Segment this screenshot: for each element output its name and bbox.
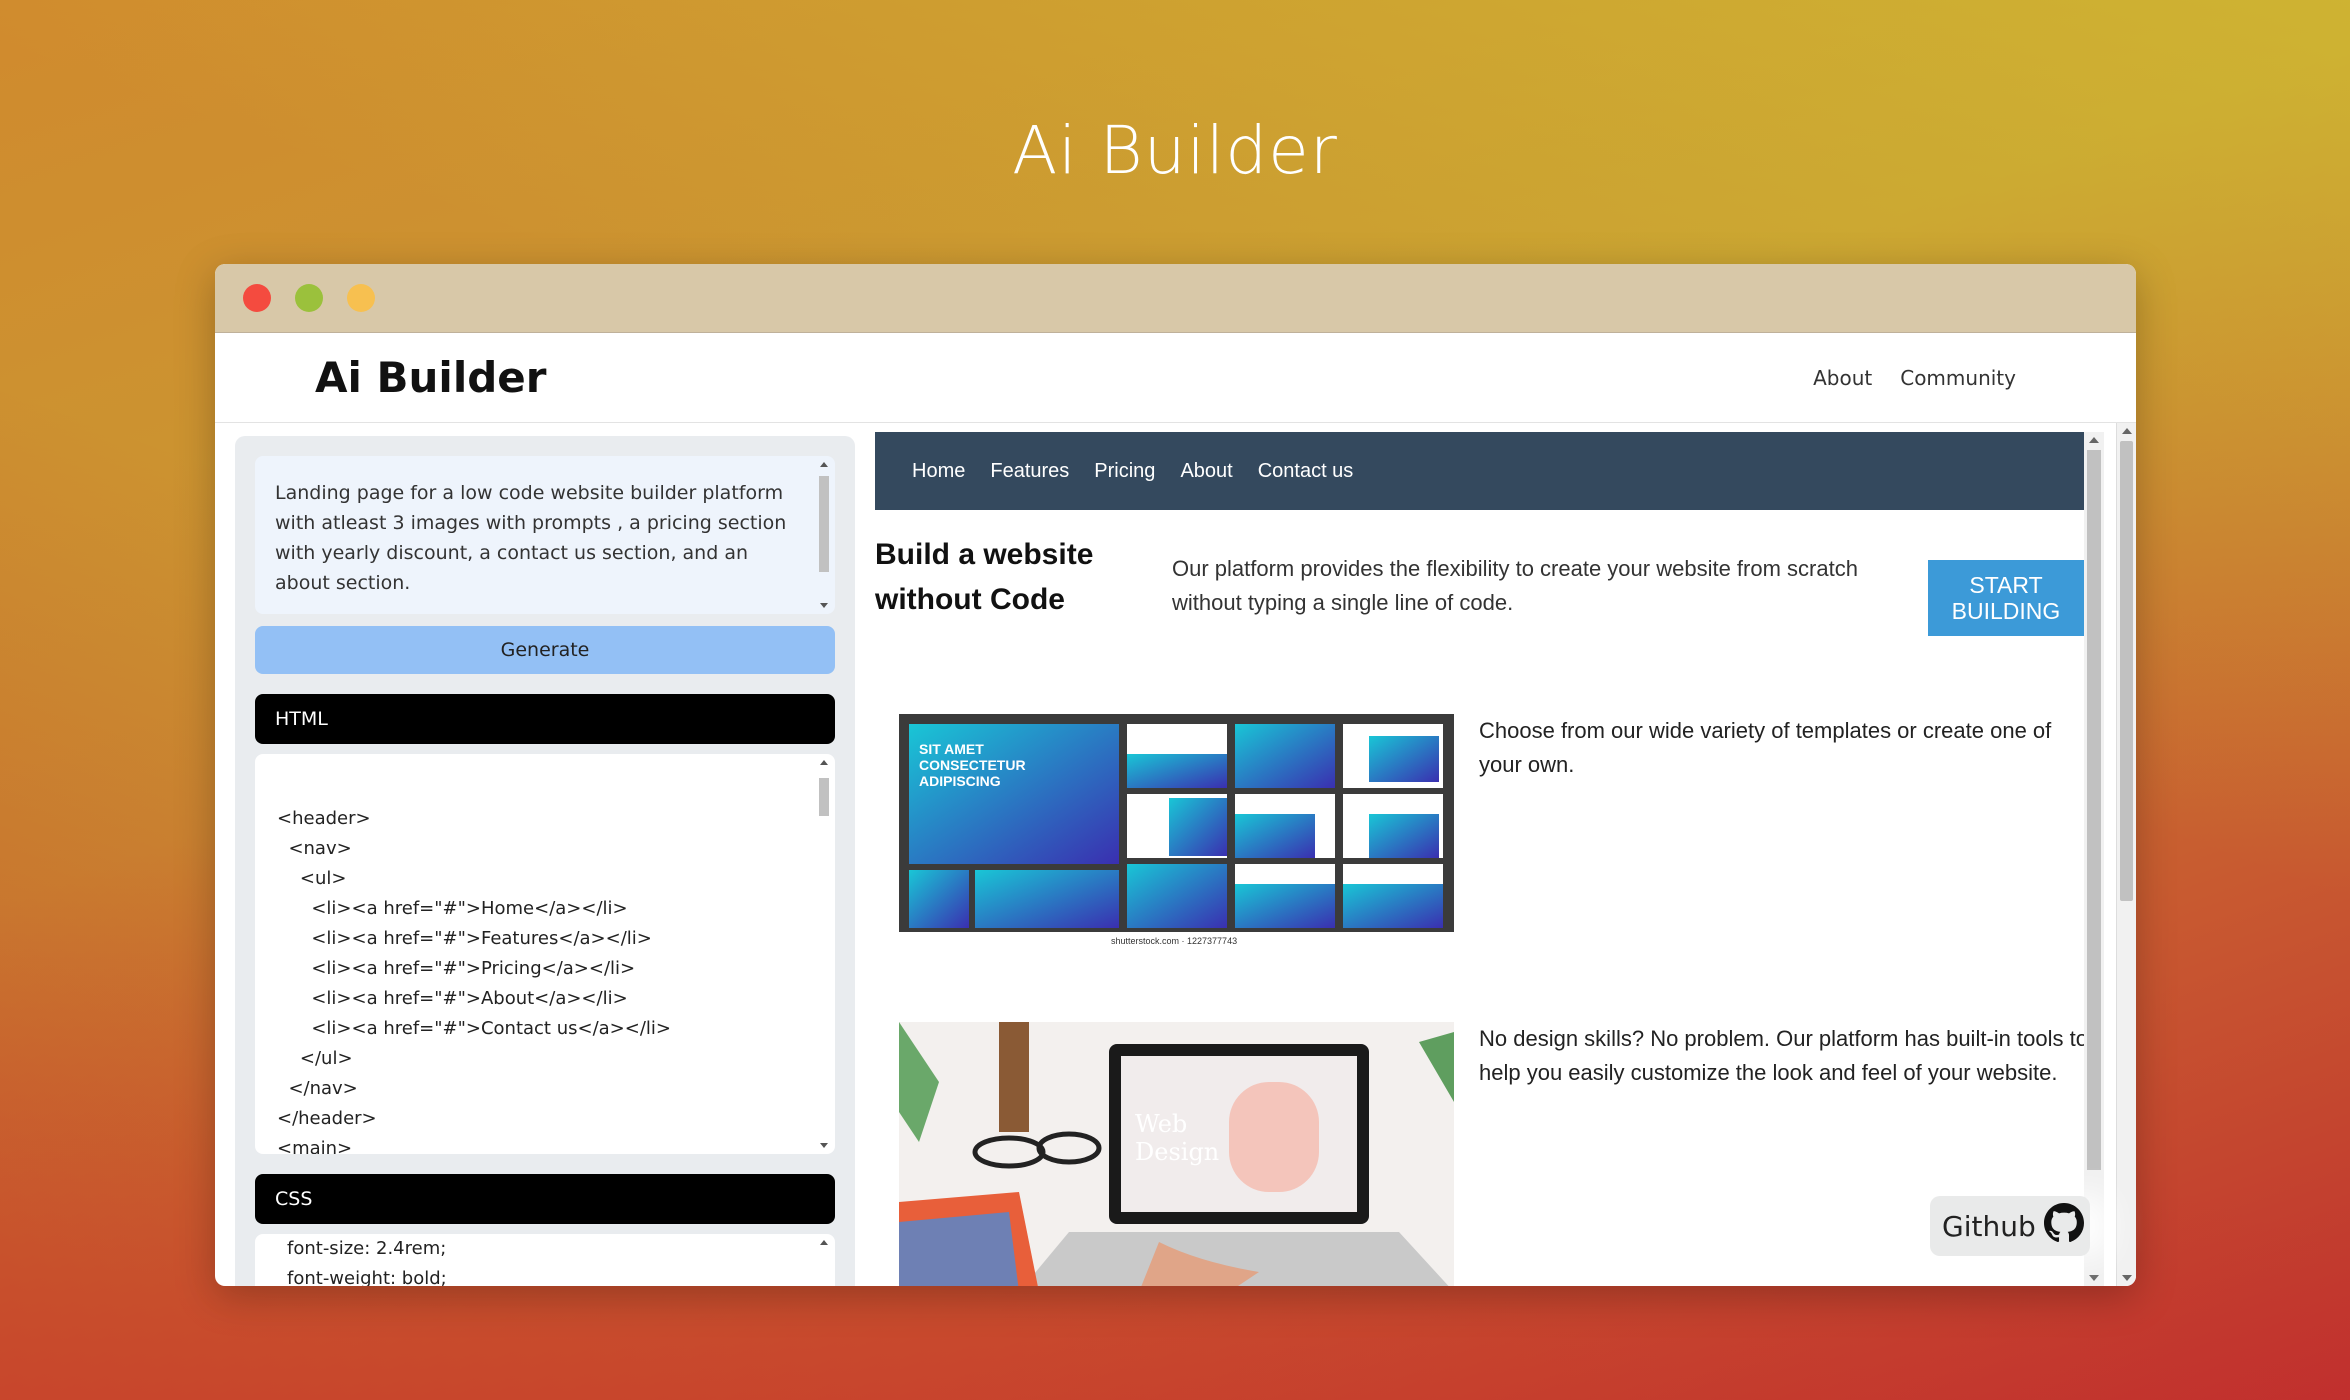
web-design-image: Web Design (899, 1022, 1454, 1286)
code-line: <li><a href="#">Features</a></li> (277, 928, 652, 949)
feature-templates: SIT AMET CONSECTETUR ADIPISCING shutters… (899, 714, 2059, 964)
code-line: font-weight: bold; (287, 1268, 447, 1286)
github-button[interactable]: Github (1930, 1196, 2090, 1256)
preview-hero: Build a website without Code Our platfor… (875, 532, 2084, 636)
svg-text:Web: Web (1135, 1110, 1187, 1138)
close-window-button[interactable] (243, 284, 271, 312)
hero-text: Our platform provides the flexibility to… (1172, 556, 1858, 615)
app-brand[interactable]: Ai Builder (315, 353, 547, 402)
scroll-up-icon[interactable] (820, 1240, 828, 1245)
html-section-header[interactable]: HTML (255, 694, 835, 744)
start-building-button[interactable]: START BUILDING (1928, 560, 2084, 636)
preview-scrollbar[interactable] (2084, 432, 2104, 1286)
minimize-window-button[interactable] (295, 284, 323, 312)
code-line: <ul> (277, 868, 347, 889)
nav-link-about[interactable]: About (1813, 366, 1872, 390)
scroll-down-icon[interactable] (2122, 1275, 2132, 1281)
scroll-thumb[interactable] (2120, 441, 2133, 901)
code-line: <nav> (277, 838, 352, 859)
image-caption: shutterstock.com · 1227377743 (1111, 936, 1238, 946)
code-line: <header> (277, 808, 371, 829)
svg-text:Design: Design (1135, 1138, 1219, 1166)
github-label: Github (1942, 1209, 2036, 1243)
scroll-thumb[interactable] (2087, 450, 2101, 1170)
feature-design: Web Design No design skills? No problem.… (899, 1022, 2088, 1286)
code-line: <li><a href="#">Contact us</a></li> (277, 1018, 671, 1039)
code-line: font-size: 2.4rem; (287, 1238, 447, 1259)
app-header: Ai Builder About Community (215, 333, 2136, 423)
code-line: <li><a href="#">Home</a></li> (277, 898, 628, 919)
preview-nav-features[interactable]: Features (990, 460, 1069, 483)
nav-link-community[interactable]: Community (1900, 366, 2016, 390)
css-scrollbar[interactable] (817, 1238, 831, 1286)
html-code-editor[interactable]: <header> <nav> <ul> <li><a href="#">Home… (255, 754, 835, 1154)
main-content: Landing page for a low code website buil… (215, 424, 2115, 1286)
scroll-down-icon[interactable] (820, 1143, 828, 1148)
page-scrollbar[interactable] (2116, 423, 2136, 1286)
maximize-window-button[interactable] (347, 284, 375, 312)
app-nav: About Community (1813, 366, 2016, 390)
code-line: <li><a href="#">Pricing</a></li> (277, 958, 636, 979)
scroll-up-icon[interactable] (2089, 437, 2099, 443)
preview-nav-contact[interactable]: Contact us (1258, 460, 1354, 483)
code-line: <li><a href="#">About</a></li> (277, 988, 628, 1009)
editor-panel: Landing page for a low code website buil… (235, 436, 855, 1286)
prompt-scrollbar[interactable] (817, 460, 831, 610)
preview-frame: Home Features Pricing About Contact us B… (859, 432, 2104, 1286)
scroll-up-icon[interactable] (2122, 428, 2132, 434)
preview-nav-home[interactable]: Home (912, 460, 965, 483)
page-title: Ai Builder (1012, 112, 1338, 189)
preview-nav-about[interactable]: About (1180, 460, 1232, 483)
browser-window: Ai Builder About Community Landing page … (215, 264, 2136, 1286)
code-line: </ul> (277, 1048, 353, 1069)
templates-image: SIT AMET CONSECTETUR ADIPISCING (899, 714, 1454, 932)
code-line: </nav> (277, 1078, 358, 1099)
svg-text:SIT AMET: SIT AMET (919, 741, 984, 757)
code-line: </header> (277, 1108, 377, 1129)
preview-nav-pricing[interactable]: Pricing (1094, 460, 1155, 483)
hero-heading: Build a website without Code (875, 538, 1094, 616)
css-section-header[interactable]: CSS (255, 1174, 835, 1224)
scroll-down-icon[interactable] (820, 603, 828, 608)
scroll-thumb[interactable] (819, 476, 829, 572)
css-code-editor[interactable]: font-size: 2.4rem; font-weight: bold; (255, 1234, 835, 1286)
scroll-thumb[interactable] (819, 778, 829, 816)
window-titlebar (215, 264, 2136, 333)
prompt-text: Landing page for a low code website buil… (275, 482, 787, 594)
scroll-down-icon[interactable] (2089, 1275, 2099, 1281)
github-icon (2043, 1202, 2084, 1250)
preview-nav: Home Features Pricing About Contact us (875, 432, 2084, 510)
scroll-up-icon[interactable] (820, 760, 828, 765)
generate-button[interactable]: Generate (255, 626, 835, 674)
feature-text: No design skills? No problem. Our platfo… (1479, 1026, 2088, 1085)
html-scrollbar[interactable] (817, 758, 831, 1150)
feature-text: Choose from our wide variety of template… (1479, 718, 2052, 777)
prompt-input[interactable]: Landing page for a low code website buil… (255, 456, 835, 614)
code-line: <main> (277, 1138, 353, 1154)
svg-text:CONSECTETUR: CONSECTETUR (919, 757, 1026, 773)
scroll-up-icon[interactable] (820, 462, 828, 467)
svg-text:ADIPISCING: ADIPISCING (919, 773, 1001, 789)
